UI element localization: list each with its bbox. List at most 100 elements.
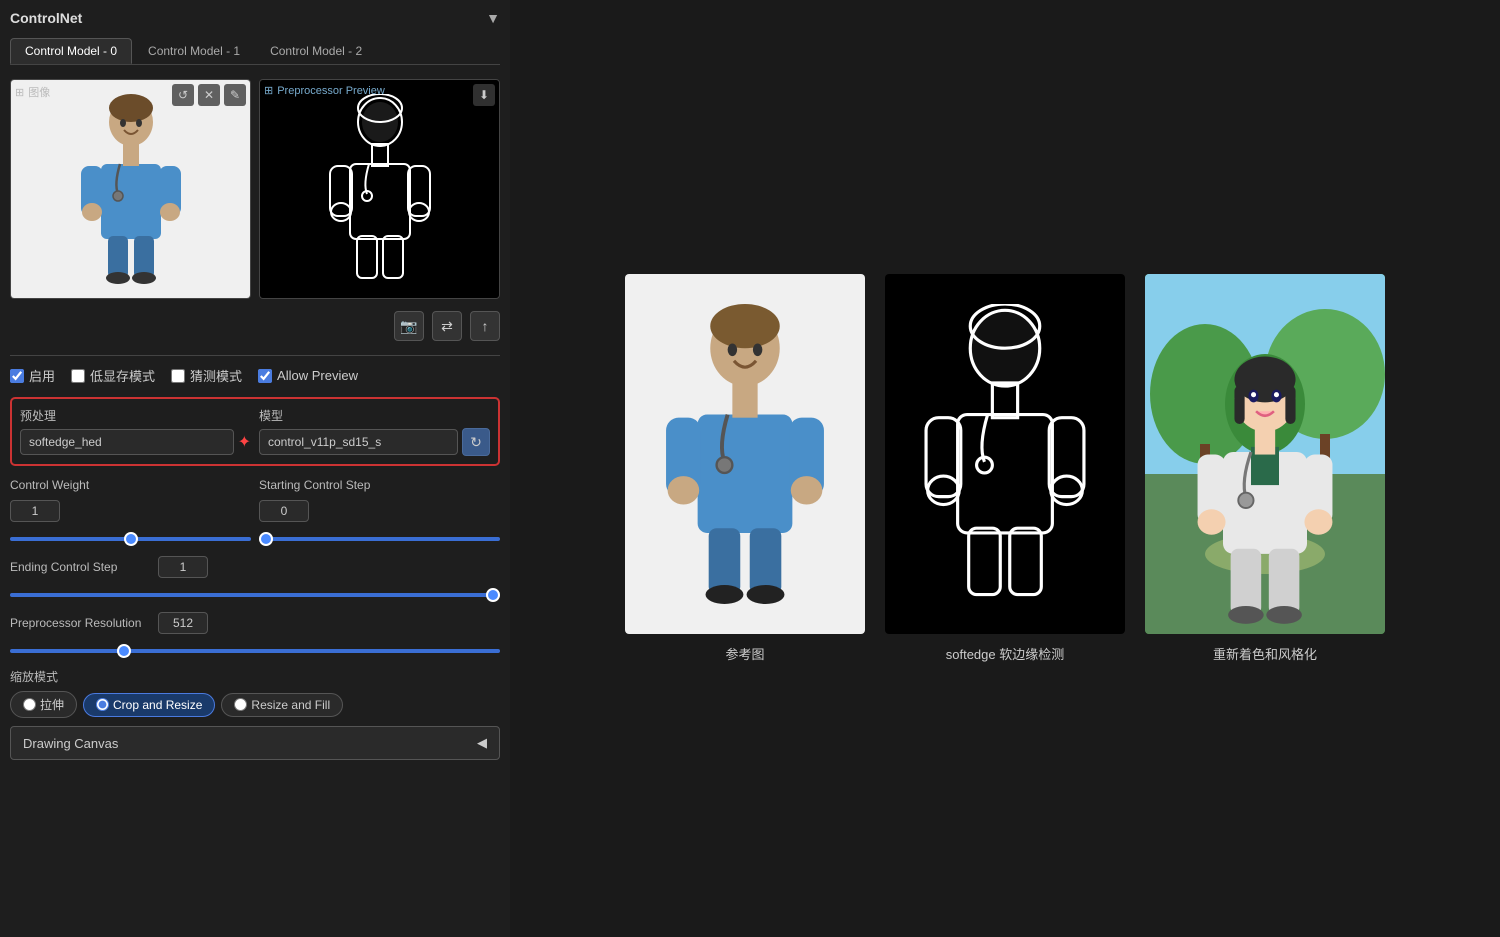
scale-mode-label: 缩放模式 <box>10 668 500 685</box>
divider <box>10 355 500 356</box>
starting-step-value-row: 0 <box>259 500 500 522</box>
source-image <box>11 80 250 298</box>
resolution-label-row: Preprocessor Resolution 512 <box>10 612 500 634</box>
starting-step-label: Starting Control Step <box>259 478 500 492</box>
model-wrapper: control_v11p_sd15_s ↻ <box>259 428 490 456</box>
resize-fill-radio[interactable]: Resize and Fill <box>221 693 343 717</box>
image-row: ⊞ 图像 ↺ ✕ ✎ <box>10 79 500 299</box>
starting-step-slider-container <box>259 530 500 548</box>
edge-svg <box>325 94 435 284</box>
right-panel: 参考图 <box>510 0 1500 937</box>
model-col-label: 模型 <box>259 407 490 424</box>
anime-nurse-svg <box>1195 354 1335 634</box>
stretch-label: 拉伸 <box>40 696 64 713</box>
ending-step-slider-container <box>10 586 500 604</box>
model-dropdown[interactable]: control_v11p_sd15_s <box>259 429 458 455</box>
gallery-caption-2: 重新着色和风格化 <box>1213 644 1317 663</box>
model-controls: softedge_hed ✦ control_v11p_sd15_s ↻ <box>20 428 490 456</box>
stretch-radio-input[interactable] <box>23 698 36 711</box>
resolution-label: Preprocessor Resolution <box>10 616 150 630</box>
source-image-box: ⊞ 图像 ↺ ✕ ✎ <box>10 79 251 299</box>
resolution-value: 512 <box>158 612 208 634</box>
model-section: 预处理 模型 softedge_hed ✦ control_v11p_sd15_… <box>10 397 500 466</box>
action-row: 📷 ⇄ ↑ <box>10 311 500 341</box>
resize-fill-radio-input[interactable] <box>234 698 247 711</box>
options-row: 启用 低显存模式 猜测模式 Allow Preview <box>10 366 500 385</box>
ref-nurse-svg <box>655 304 835 604</box>
starting-step-slider[interactable] <box>259 537 500 541</box>
crop-resize-radio[interactable]: Crop and Resize <box>83 693 215 717</box>
enable-checkbox-item[interactable]: 启用 <box>10 366 55 385</box>
panel-collapse-icon[interactable]: ▼ <box>486 10 500 26</box>
preprocessor-wrapper: softedge_hed ✦ <box>20 429 251 455</box>
preview-label: ⊞ Preprocessor Preview <box>264 84 385 97</box>
ending-step-value: 1 <box>158 556 208 578</box>
refresh-image-btn[interactable]: ↺ <box>172 84 194 106</box>
gallery-image-1 <box>885 274 1125 634</box>
preprocessor-col-label: 预处理 <box>20 407 251 424</box>
gallery-row: 参考图 <box>625 274 1385 663</box>
image-icon: ⊞ <box>15 86 24 99</box>
weight-step-row: Control Weight Starting Control Step <box>10 478 500 492</box>
model-labels: 预处理 模型 <box>20 407 490 424</box>
panel-header: ControlNet ▼ <box>10 10 500 26</box>
tab-control-model-0[interactable]: Control Model - 0 <box>10 38 132 64</box>
control-weight-slider-container <box>10 530 251 548</box>
control-weight-slider[interactable] <box>10 537 251 541</box>
guess-mode-checkbox[interactable] <box>171 369 185 383</box>
camera-btn[interactable]: 📷 <box>394 311 424 341</box>
gallery-item-2: 重新着色和风格化 <box>1145 274 1385 663</box>
tab-control-model-2[interactable]: Control Model - 2 <box>256 38 376 64</box>
close-image-btn[interactable]: ✕ <box>198 84 220 106</box>
preview-controls: ⬇ <box>473 84 495 106</box>
low-vram-checkbox[interactable] <box>71 369 85 383</box>
resolution-slider[interactable] <box>10 649 500 653</box>
low-vram-checkbox-item[interactable]: 低显存模式 <box>71 366 155 385</box>
allow-preview-checkbox-item[interactable]: Allow Preview <box>258 368 358 383</box>
reference-image <box>625 274 865 634</box>
drawing-canvas-row[interactable]: Drawing Canvas ◀ <box>10 726 500 760</box>
scale-mode-section: 缩放模式 拉伸 Crop and Resize Resize and Fill <box>10 668 500 718</box>
starting-step-value: 0 <box>259 500 309 522</box>
gallery-caption-0: 参考图 <box>725 644 764 663</box>
allow-preview-label: Allow Preview <box>277 368 358 383</box>
gallery-item-1: softedge 软边缘检测 <box>885 274 1125 663</box>
enable-label: 启用 <box>29 366 55 385</box>
gallery-image-2 <box>1145 274 1385 634</box>
left-panel: ControlNet ▼ Control Model - 0 Control M… <box>0 0 510 937</box>
edit-image-btn[interactable]: ✎ <box>224 84 246 106</box>
guess-mode-checkbox-item[interactable]: 猜测模式 <box>171 366 242 385</box>
drawing-canvas-label: Drawing Canvas <box>23 736 118 751</box>
guess-mode-label: 猜测模式 <box>190 366 242 385</box>
resolution-slider-container <box>10 642 500 660</box>
upload-btn[interactable]: ↑ <box>470 311 500 341</box>
control-weight-label: Control Weight <box>10 478 251 492</box>
nurse-svg <box>76 94 186 284</box>
edge-nurse-svg <box>915 304 1095 604</box>
anime-image <box>1145 274 1385 634</box>
sliders-section: Control Weight Starting Control Step 1 0… <box>10 478 500 660</box>
panel-title: ControlNet <box>10 10 82 26</box>
resize-fill-label: Resize and Fill <box>251 698 330 712</box>
refresh-model-btn[interactable]: ↻ <box>462 428 490 456</box>
edge-image <box>885 274 1125 634</box>
swap-btn[interactable]: ⇄ <box>432 311 462 341</box>
preprocessor-dropdown[interactable]: softedge_hed <box>20 429 234 455</box>
crop-resize-label: Crop and Resize <box>113 698 202 712</box>
weight-step-sliders <box>10 530 500 548</box>
model-tabs: Control Model - 0 Control Model - 1 Cont… <box>10 38 500 65</box>
control-weight-value: 1 <box>10 500 60 522</box>
image-controls: ↺ ✕ ✎ <box>172 84 246 106</box>
crop-resize-radio-input[interactable] <box>96 698 109 711</box>
allow-preview-checkbox[interactable] <box>258 369 272 383</box>
enable-checkbox[interactable] <box>10 369 24 383</box>
ending-step-label: Ending Control Step <box>10 560 150 574</box>
gallery-caption-1: softedge 软边缘检测 <box>946 644 1065 663</box>
preprocessor-preview-box: ⊞ Preprocessor Preview ⬇ <box>259 79 500 299</box>
tab-control-model-1[interactable]: Control Model - 1 <box>134 38 254 64</box>
preprocessor-image <box>260 80 499 298</box>
stretch-radio[interactable]: 拉伸 <box>10 691 77 718</box>
download-preview-btn[interactable]: ⬇ <box>473 84 495 106</box>
ending-step-slider[interactable] <box>10 593 500 597</box>
weight-step-values: 1 0 <box>10 500 500 522</box>
